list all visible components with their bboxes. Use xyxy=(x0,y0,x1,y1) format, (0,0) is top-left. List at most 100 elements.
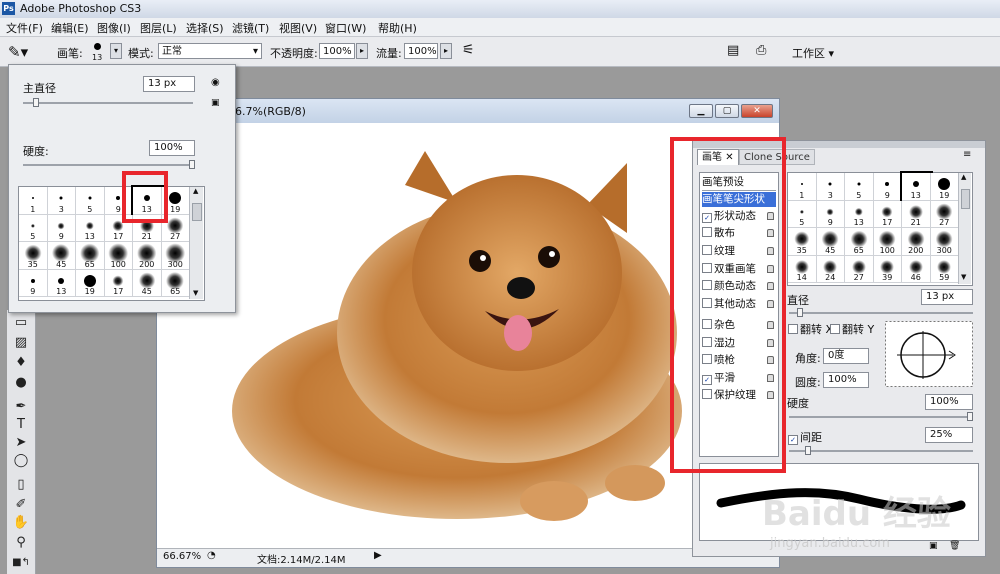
brush-preset-cell[interactable]: 59 xyxy=(930,255,959,283)
brush-preset-cell[interactable]: 300 xyxy=(930,228,959,256)
shape-tool-icon[interactable]: ◯ xyxy=(12,452,30,470)
brush-preset-cell[interactable]: 5 xyxy=(19,214,48,242)
menu-view[interactable]: 视图(V) xyxy=(279,20,317,36)
flow-slider-toggle[interactable]: ▸ xyxy=(440,43,452,59)
close-button[interactable]: ✕ xyxy=(741,104,773,118)
brush-preset-cell[interactable]: 65 xyxy=(161,269,190,297)
hardness-field[interactable]: 100% xyxy=(925,394,973,410)
brush-preset-preview[interactable]: 13 xyxy=(88,41,108,63)
brush-picker-toggle[interactable]: ▾ xyxy=(110,43,122,59)
spacing-slider[interactable] xyxy=(789,450,973,452)
master-diameter-slider-thumb[interactable] xyxy=(33,98,39,107)
color-swatches-icon[interactable]: ■↰ xyxy=(12,554,30,572)
path-selection-tool-icon[interactable]: ➤ xyxy=(12,434,30,452)
pen-tool-icon[interactable]: ✒ xyxy=(12,398,30,416)
brush-preset-cell[interactable]: 17 xyxy=(104,269,133,297)
type-tool-icon[interactable]: T xyxy=(12,416,30,434)
brush-preset-cell[interactable]: 35 xyxy=(19,242,48,270)
brush-preset-cell[interactable]: 21 xyxy=(902,200,931,228)
hardness-slider[interactable] xyxy=(23,164,195,166)
brush-preset-cell[interactable]: 1 xyxy=(19,187,48,215)
brush-preset-cell[interactable]: 45 xyxy=(47,242,76,270)
gradient-tool-icon[interactable]: ▨ xyxy=(12,334,30,352)
checkbox[interactable] xyxy=(788,324,798,334)
trash-icon[interactable]: 🗑 xyxy=(949,541,960,551)
tip-grid-scrollbar[interactable]: ▲ ▼ xyxy=(958,173,971,284)
brush-preset-cell[interactable]: 13 xyxy=(76,214,105,242)
diameter-slider[interactable] xyxy=(789,312,973,314)
hardness-field[interactable]: 100% xyxy=(149,140,195,156)
scroll-down-icon[interactable]: ▼ xyxy=(193,289,198,297)
picker-menu-icon[interactable]: ◉ xyxy=(211,77,220,88)
brush-preset-cell[interactable]: 65 xyxy=(845,228,874,256)
preset-grid-scrollbar[interactable]: ▲ ▼ xyxy=(189,187,203,299)
master-diameter-slider[interactable] xyxy=(23,102,193,104)
brush-preset-cell[interactable]: 27 xyxy=(845,255,874,283)
eyedropper-tool-icon[interactable]: ✐ xyxy=(12,496,30,514)
scroll-down-icon[interactable]: ▼ xyxy=(961,273,966,281)
checkbox[interactable]: ✓ xyxy=(788,435,798,445)
minimize-button[interactable]: ▁ xyxy=(689,104,713,118)
brush-preset-cell[interactable]: 9 xyxy=(816,200,845,228)
roundness-field[interactable]: 100% xyxy=(823,372,869,388)
eraser-tool-icon[interactable]: ▭ xyxy=(12,314,30,332)
spacing-option[interactable]: ✓ 间距 xyxy=(788,429,822,445)
master-diameter-field[interactable]: 13 px xyxy=(143,76,195,92)
menu-edit[interactable]: 编辑(E) xyxy=(51,20,89,36)
brush-preset-cell[interactable]: 46 xyxy=(902,255,931,283)
mode-select[interactable]: 正常 ▾ xyxy=(158,43,262,59)
brush-preset-cell[interactable]: 17 xyxy=(873,200,902,228)
brush-preset-cell[interactable]: 5 xyxy=(788,200,817,228)
spacing-slider-thumb[interactable] xyxy=(805,446,811,455)
brush-preset-cell[interactable]: 3 xyxy=(47,187,76,215)
diameter-field[interactable]: 13 px xyxy=(921,289,973,305)
diameter-slider-thumb[interactable] xyxy=(797,308,803,317)
hardness-slider[interactable] xyxy=(789,416,973,418)
brush-preset-cell[interactable]: 45 xyxy=(816,228,845,256)
brush-preset-cell[interactable]: 14 xyxy=(788,255,817,283)
zoom-level[interactable]: 66.67% xyxy=(163,551,201,562)
brush-preset-cell[interactable]: 9 xyxy=(19,269,48,297)
opacity-slider-toggle[interactable]: ▸ xyxy=(356,43,368,59)
angle-field[interactable]: 0度 xyxy=(823,348,869,364)
brush-preset-cell[interactable]: 13 xyxy=(845,200,874,228)
brush-preset-cell[interactable]: 3 xyxy=(816,173,845,201)
new-brush-icon[interactable]: ▣ xyxy=(929,541,938,551)
menu-select[interactable]: 选择(S) xyxy=(186,20,224,36)
brush-preset-cell[interactable]: 9 xyxy=(47,214,76,242)
dodge-tool-icon[interactable]: ● xyxy=(12,374,30,392)
scroll-up-icon[interactable]: ▲ xyxy=(193,187,198,195)
hardness-slider-thumb[interactable] xyxy=(189,160,195,169)
scroll-up-icon[interactable]: ▲ xyxy=(961,173,966,181)
brush-preset-cell[interactable]: 200 xyxy=(902,228,931,256)
brush-preset-cell[interactable]: 35 xyxy=(788,228,817,256)
menu-image[interactable]: 图像(I) xyxy=(97,20,131,36)
brush-preset-cell[interactable]: 19 xyxy=(76,269,105,297)
scroll-thumb[interactable] xyxy=(192,203,202,221)
brush-preset-cell[interactable]: 45 xyxy=(133,269,162,297)
brush-preset-cell[interactable]: 13 xyxy=(47,269,76,297)
brush-preset-cell[interactable]: 24 xyxy=(816,255,845,283)
new-preset-icon[interactable]: ▣ xyxy=(211,98,220,108)
workspace-button[interactable]: 工作区 ▾ xyxy=(792,45,834,61)
brush-preset-cell[interactable]: 39 xyxy=(873,255,902,283)
menu-help[interactable]: 帮助(H) xyxy=(378,20,417,36)
brush-preset-cell[interactable]: 5 xyxy=(76,187,105,215)
hand-tool-icon[interactable]: ✋ xyxy=(12,514,30,532)
brush-preset-cell[interactable]: 27 xyxy=(930,200,959,228)
brush-preset-cell[interactable]: 65 xyxy=(76,242,105,270)
menu-file[interactable]: 文件(F) xyxy=(6,20,43,36)
menu-filter[interactable]: 滤镜(T) xyxy=(232,20,269,36)
notes-tool-icon[interactable]: ▯ xyxy=(12,476,30,494)
brush-preset-cell[interactable]: 300 xyxy=(161,242,190,270)
hardness-slider-thumb[interactable] xyxy=(967,412,973,421)
scroll-thumb[interactable] xyxy=(961,189,970,209)
checkbox[interactable] xyxy=(830,324,840,334)
opacity-field[interactable]: 100% xyxy=(319,43,355,59)
spacing-field[interactable]: 25% xyxy=(925,427,973,443)
brush-preset-cell[interactable]: 5 xyxy=(845,173,874,201)
maximize-button[interactable]: ▢ xyxy=(715,104,739,118)
brush-preset-cell[interactable]: 200 xyxy=(133,242,162,270)
status-info-icon[interactable]: ◔ xyxy=(207,550,216,561)
menu-window[interactable]: 窗口(W) xyxy=(325,20,366,36)
